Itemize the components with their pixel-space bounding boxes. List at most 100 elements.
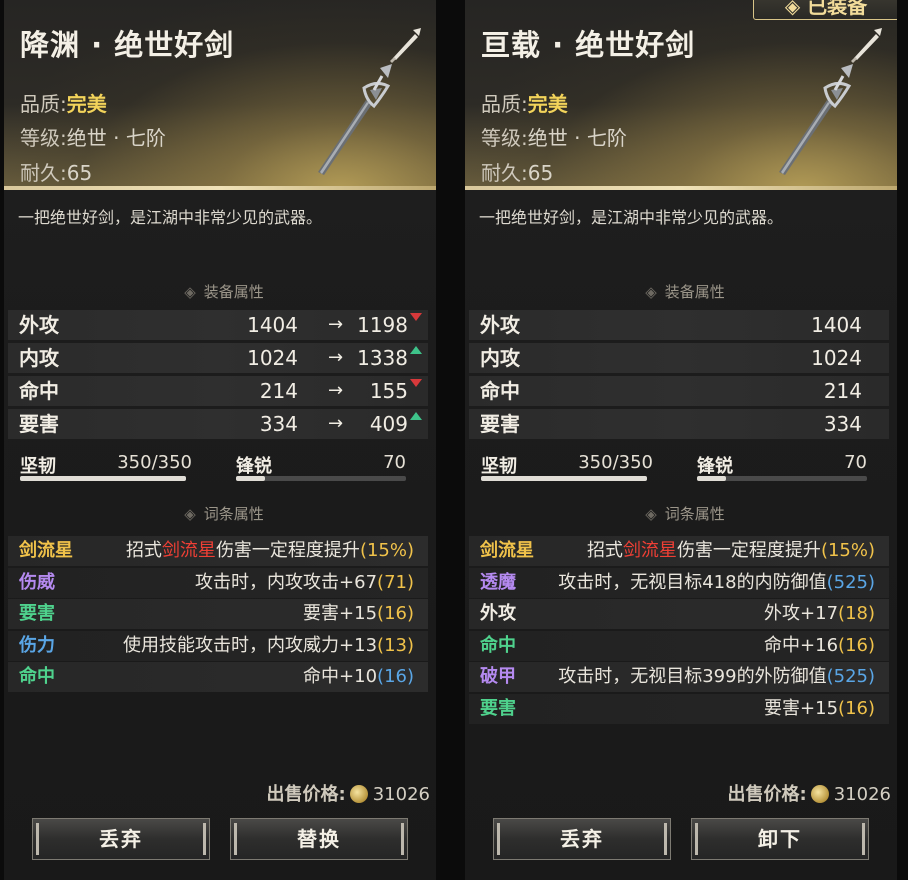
- stat-row: 内攻 1024 → 1338: [8, 343, 428, 373]
- affix-row: 剑流星 招式剑流星伤害一定程度提升(15%): [8, 536, 428, 566]
- affix-name: 伤威: [19, 571, 55, 593]
- affix-description: 攻击时，内攻攻击+67(71): [195, 568, 414, 598]
- stat-old-value: 1024: [247, 346, 298, 370]
- affix-max-value: (18): [838, 603, 875, 624]
- affix-text: 外攻+17: [764, 603, 839, 624]
- item-title: 亘载 · 绝世好剑: [481, 28, 696, 62]
- grade-line: 等级:绝世 · 七阶: [20, 126, 166, 150]
- stat-name: 要害: [480, 412, 520, 436]
- sword-type-icon: [390, 28, 421, 63]
- arrow-icon: →: [328, 380, 344, 401]
- sharpness-label: 锋锐: [236, 456, 272, 477]
- arrow-icon: →: [328, 314, 344, 335]
- stat-name: 外攻: [19, 313, 59, 337]
- item-title: 降渊 · 绝世好剑: [20, 28, 235, 62]
- discard-button[interactable]: 丢弃: [32, 818, 210, 860]
- sell-price: 出售价格: 31026: [728, 780, 891, 806]
- stat-row: 外攻 1404: [469, 310, 889, 340]
- affix-max-value: (16): [838, 697, 875, 719]
- sharpness-label: 锋锐: [697, 456, 733, 477]
- replace-button[interactable]: 替换: [230, 818, 408, 860]
- affix-row: 伤力 使用技能攻击时，内攻威力+13(13): [8, 630, 428, 661]
- stat-row: 内攻 1024: [469, 343, 889, 373]
- affix-name: 伤力: [19, 634, 55, 656]
- affix-name: 外攻: [480, 603, 516, 624]
- affix-row: 伤威 攻击时，内攻攻击+67(71): [8, 567, 428, 598]
- stat-value: 334: [823, 412, 862, 436]
- stats-section-title: ◈ 装备属性: [184, 283, 264, 301]
- affix-description: 招式剑流星伤害一定程度提升(15%): [126, 536, 414, 566]
- affix-description: 要害+15(16): [303, 599, 414, 629]
- stat-row: 命中 214 → 155: [8, 376, 428, 406]
- discard-button[interactable]: 丢弃: [493, 818, 671, 860]
- affix-name: 剑流星: [480, 540, 534, 561]
- sword-image: [318, 64, 392, 175]
- affix-name: 透魔: [480, 571, 516, 593]
- affix-section-title: ◈ 词条属性: [184, 505, 264, 523]
- coin-icon: [810, 785, 829, 803]
- quality-line: 品质:完美: [481, 92, 568, 116]
- affix-description: 攻击时，无视目标399的外防御值(525): [558, 662, 875, 692]
- item-description: 一把绝世好剑，是江湖中非常少见的武器。: [18, 208, 323, 227]
- toughness-value: 350/350: [578, 452, 653, 473]
- affix-row: 剑流星 招式剑流星伤害一定程度提升(15%): [469, 536, 889, 566]
- toughness-label: 坚韧: [481, 456, 517, 477]
- affix-text: 命中+10: [303, 666, 378, 687]
- affix-name: 剑流星: [19, 540, 73, 561]
- coin-icon: [349, 785, 368, 803]
- price-label: 出售价格:: [266, 784, 346, 805]
- affix-text: 伤害一定程度提升: [676, 540, 821, 561]
- increase-arrow-icon: [410, 346, 422, 354]
- affix-text: 招式: [586, 540, 623, 561]
- sharpness-fill: [697, 476, 726, 481]
- sharpness-fill: [236, 476, 265, 481]
- affix-max-value: (15%): [820, 540, 875, 561]
- affix-max-value: (16): [838, 634, 875, 656]
- affix-highlight: 剑流星: [622, 540, 677, 561]
- stat-name: 命中: [480, 379, 520, 403]
- affix-text: 使用技能攻击时，内攻威力+13: [123, 634, 378, 656]
- affix-row: 要害 要害+15(16): [8, 599, 428, 629]
- stat-name: 外攻: [480, 313, 520, 337]
- affix-description: 攻击时，无视目标418的内防御值(525): [558, 568, 875, 598]
- affix-section-title: ◈ 词条属性: [645, 505, 725, 523]
- price-value: 31026: [833, 784, 891, 805]
- affix-description: 要害+15(16): [764, 694, 875, 724]
- toughness-value: 350/350: [117, 452, 192, 473]
- affix-text: 攻击时，无视目标399的外防御值: [558, 666, 827, 687]
- affix-text: 攻击时，无视目标418的内防御值: [558, 571, 827, 593]
- affix-max-value: (13): [377, 634, 414, 656]
- toughness-bar: 坚韧 350/350: [20, 452, 192, 484]
- affix-name: 破甲: [480, 666, 516, 687]
- grade-line: 等级:绝世 · 七阶: [481, 126, 627, 150]
- sharpness-bar: 锋锐 70: [236, 452, 406, 484]
- affix-name: 命中: [480, 634, 516, 656]
- stat-new-value: 1198: [357, 313, 408, 337]
- unequip-button[interactable]: 卸下: [691, 818, 869, 860]
- quality-value: 完美: [527, 92, 568, 116]
- toughness-label: 坚韧: [20, 456, 56, 477]
- affix-max-value: (16): [377, 603, 414, 624]
- affix-max-value: (15%): [359, 540, 414, 561]
- sharpness-value: 70: [383, 452, 406, 473]
- toughness-fill: [481, 476, 647, 481]
- quality-value: 完美: [66, 92, 107, 116]
- affix-name: 要害: [19, 603, 55, 624]
- decrease-arrow-icon: [410, 379, 422, 387]
- arrow-icon: →: [328, 413, 344, 434]
- affix-row: 命中 命中+10(16): [8, 662, 428, 692]
- affix-row: 破甲 攻击时，无视目标399的外防御值(525): [469, 662, 889, 692]
- stat-name: 要害: [19, 412, 59, 436]
- affix-max-value: (16): [377, 666, 414, 687]
- affix-description: 外攻+17(18): [764, 599, 875, 629]
- header-divider: [465, 186, 897, 190]
- affix-max-value: (525): [826, 666, 875, 687]
- stats-section-title: ◈ 装备属性: [645, 283, 725, 301]
- stat-row: 命中 214: [469, 376, 889, 406]
- header-divider: [4, 186, 436, 190]
- affix-highlight: 剑流星: [161, 540, 216, 561]
- stat-value: 1404: [811, 313, 862, 337]
- item-card-compare: 降渊 · 绝世好剑 品质:完美 等级:绝世 · 七阶 耐久:65 一把绝世好剑，…: [4, 0, 436, 880]
- affix-max-value: (525): [826, 571, 875, 593]
- stat-row: 要害 334 → 409: [8, 409, 428, 439]
